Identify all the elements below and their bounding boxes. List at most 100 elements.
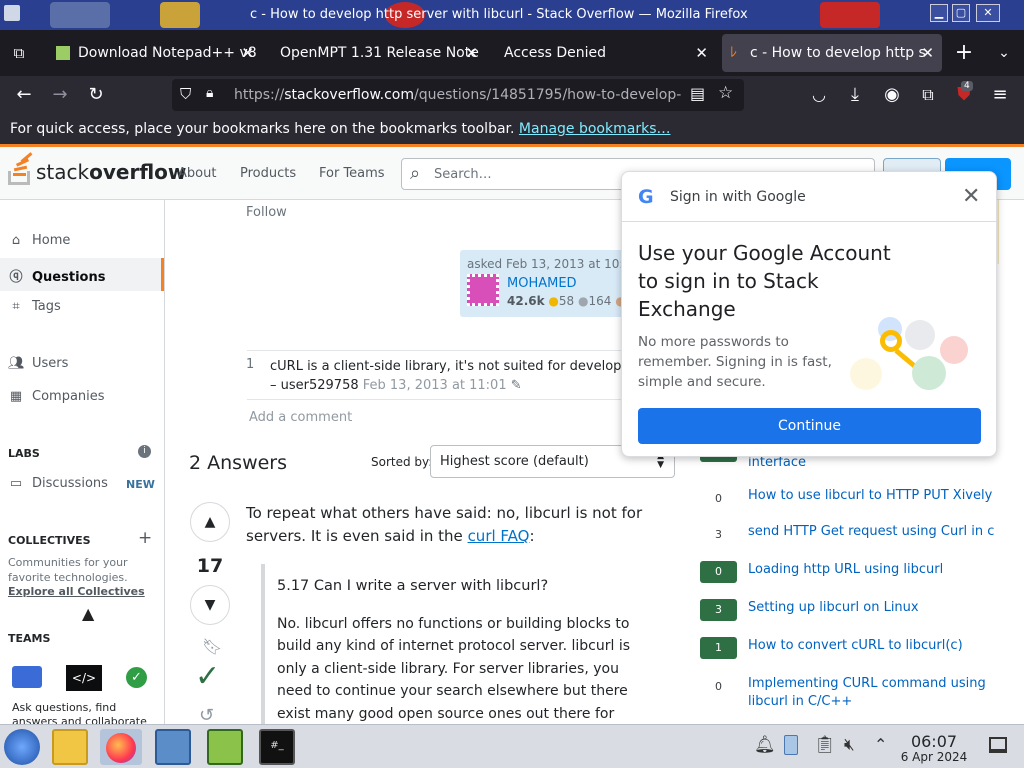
close-window-icon[interactable]: ✕ [976,4,1000,22]
sidebar-item-tags[interactable]: ⌗ Tags [8,299,60,314]
upvote-button[interactable]: ▲ [190,502,230,542]
tab-openmpt[interactable]: OpenMPT 1.31 Release Note ✕ [272,34,486,72]
google-popup-description: No more passwords to remember. Signing i… [638,334,832,390]
shield-icon[interactable]: ⛉ [180,85,191,103]
related-score: 3 [700,599,737,621]
forward-icon[interactable]: → [47,82,73,108]
bookmark-icon[interactable]: 🔖︎ [202,637,222,656]
explore-collectives-link[interactable]: Explore all Collectives [8,585,145,598]
account-icon[interactable]: ◉ [879,82,905,108]
volume-muted-icon[interactable]: 🔇︎ [844,735,855,755]
sidebar-item-questions[interactable]: ⓠ Questions [8,266,105,285]
clipboard-icon[interactable]: 📋︎ [814,735,836,755]
new-badge: NEW [126,478,155,491]
notification-bell-icon[interactable]: 🔔︎ [754,735,776,755]
add-comment-link[interactable]: Add a comment [249,410,352,425]
extension-badge: 4 [961,81,973,91]
close-icon[interactable]: ✕ [962,184,980,209]
network-icon[interactable] [784,735,798,755]
comment-score: 1 [246,357,255,372]
notepadpp-taskbar-icon[interactable] [207,729,243,765]
tray-expand-icon[interactable]: ⌃ [874,735,887,754]
notepad-favicon-icon [56,46,70,60]
close-tab-icon[interactable]: ✕ [241,34,254,72]
clock-time[interactable]: 06:07 [895,732,973,751]
nav-about[interactable]: About [178,166,216,181]
maximize-icon[interactable]: ▢ [952,4,970,22]
sidebar-item-discussions[interactable]: ▭ Discussions [8,476,108,491]
related-score: 0 [700,561,737,583]
tab-list-icon[interactable]: ⧉ [6,40,32,66]
bookmark-star-icon[interactable]: ☆ [718,83,733,103]
related-title[interactable]: send HTTP Get request using Curl in c [748,523,1008,541]
search-icon: ⌕ [410,163,421,184]
related-title[interactable]: Setting up libcurl on Linux [748,599,1008,617]
bookmarks-toolbar: For quick access, place your bookmarks h… [0,114,1024,144]
minimize-icon[interactable]: ▁ [930,4,948,22]
lock-icon[interactable]: 🔒︎ [206,85,213,101]
reload-icon[interactable]: ↻ [83,82,109,108]
show-desktop-icon[interactable] [989,737,1007,753]
manage-bookmarks-link[interactable]: Manage bookmarks… [519,121,671,137]
taskbar: #_ 🔔︎ 📋︎ 🔇︎ ⌃ 06:07 6 Apr 2024 [0,724,1024,768]
close-tab-icon[interactable]: ✕ [465,34,478,72]
window-titlebar: c - How to develop http server with libc… [0,0,1024,30]
tab-notepadpp[interactable]: Download Notepad++ v8 ✕ [48,34,262,72]
google-continue-button[interactable]: Continue [638,408,981,444]
quote-title: 5.17 Can I write a server with libcurl? [277,578,549,594]
sidebar-item-users[interactable]: 👥︎ Users [8,356,68,371]
tab-stackoverflow[interactable]: ﾚ c - How to develop http s ✕ [722,34,942,72]
related-title[interactable]: How to convert cURL to libcurl(c) [748,637,1008,655]
new-tab-icon[interactable]: + [951,40,977,66]
related-title[interactable]: Implementing CURL command using libcurl … [748,675,1008,711]
comment-user-link[interactable]: – user529758 [270,378,359,393]
downloads-icon[interactable]: ⤓ [842,82,868,108]
sidebar-item-home[interactable]: ⌂ Home [8,233,71,248]
tab-label: c - How to develop http s [750,45,926,61]
stackoverflow-logo-icon[interactable] [8,152,33,187]
follow-link[interactable]: Follow [246,205,287,220]
curl-faq-link[interactable]: curl FAQ [468,527,530,545]
file-manager-icon[interactable] [52,729,88,765]
titlebar-decoration [160,2,200,28]
downvote-button[interactable]: ▼ [190,585,230,625]
stackoverflow-logo-text[interactable]: stackoverflow [36,160,186,184]
answer-text: To repeat what others have said: no, lib… [246,504,643,545]
tab-label: Access Denied [504,45,607,61]
nav-for-teams[interactable]: For Teams [319,166,385,181]
google-popup-title: Use your Google Account to sign in to St… [638,241,891,321]
url-text[interactable]: https://stackoverflow.com/questions/1485… [234,87,682,103]
edit-icon[interactable]: ✎ [511,378,522,393]
related-title[interactable]: Loading http URL using libcurl [748,561,1008,579]
bookmarks-hint: For quick access, place your bookmarks h… [10,121,515,137]
add-collective-icon[interactable]: + [138,528,152,548]
related-title[interactable]: How to use libcurl to HTTP PUT Xively [748,487,1008,505]
reader-view-icon[interactable]: ▤ [690,84,705,103]
close-tab-icon[interactable]: ✕ [695,34,708,72]
chevron-down-icon[interactable]: ⌄ [991,40,1017,66]
google-signin-popup: G Sign in with Google ✕ Use your Google … [621,171,997,457]
url-bar[interactable]: ⛉ 🔒︎ https://stackoverflow.com/questions… [172,79,744,111]
close-tab-icon[interactable]: ✕ [921,34,934,72]
home-icon: ⌂ [11,233,21,248]
nav-products[interactable]: Products [240,166,296,181]
related-score: 0 [700,487,737,509]
extensions-icon[interactable]: ⧉ [915,82,941,108]
start-menu-icon[interactable] [4,729,40,765]
control-panel-icon[interactable] [155,729,191,765]
user-avatar[interactable] [467,274,499,306]
firefox-taskbar-icon[interactable] [100,729,142,765]
collectives-heading: COLLECTIVES [8,534,91,547]
main-content: Follow asked Feb 13, 2013 at 10:49 MOHAM… [165,200,700,724]
info-icon[interactable]: i [138,445,151,458]
pocket-icon[interactable]: ◡ [806,82,832,108]
back-icon[interactable]: ← [11,82,37,108]
user-name-link[interactable]: MOHAMED [507,276,577,291]
history-icon[interactable]: ↺ [199,705,214,724]
terminal-icon[interactable]: #_ [259,729,295,765]
titlebar-decoration [50,2,110,28]
sidebar-item-companies[interactable]: ▦ Companies [8,389,105,404]
hamburger-menu-icon[interactable]: ≡ [987,82,1013,108]
clock-date[interactable]: 6 Apr 2024 [895,750,973,764]
tab-access-denied[interactable]: Access Denied ✕ [496,34,716,72]
